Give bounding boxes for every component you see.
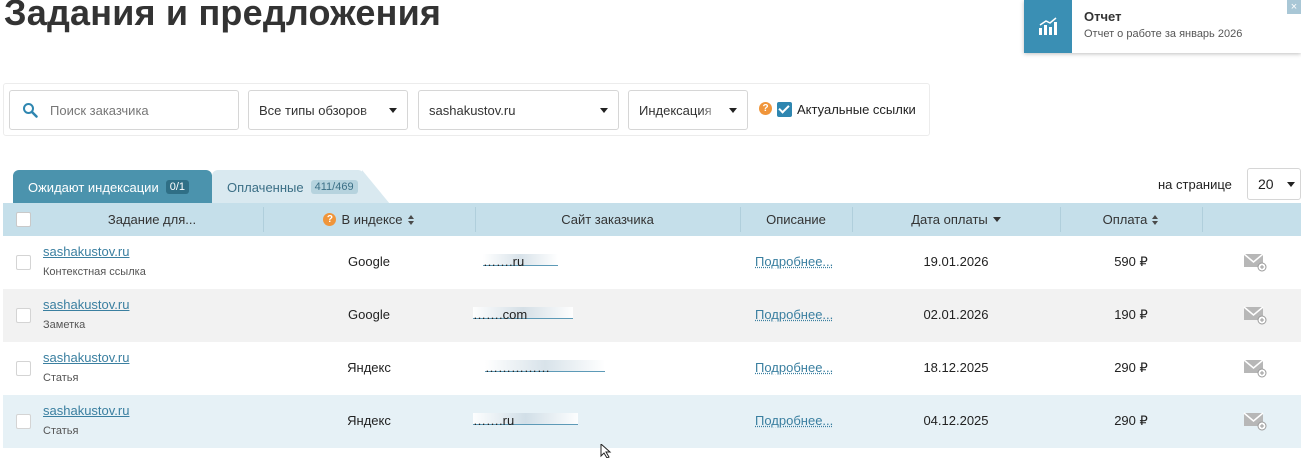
pay-date: 19.01.2026	[923, 254, 989, 269]
table-row: sashakustov.ru Статья Яндекс …………… Подро…	[3, 342, 1301, 395]
message-icon[interactable]	[1243, 305, 1267, 325]
task-link[interactable]: sashakustov.ru	[43, 297, 129, 312]
notification-title: Отчет	[1084, 9, 1122, 24]
column-index[interactable]: ? В индексе	[263, 203, 475, 236]
sort-icon[interactable]	[1152, 214, 1159, 225]
per-page-select[interactable]: 20	[1247, 168, 1301, 200]
details-link[interactable]: Подробнее...	[755, 360, 845, 375]
pay-date: 04.12.2025	[923, 413, 989, 428]
tab-awaiting-indexation[interactable]: Ожидают индексации 0/1	[13, 170, 212, 204]
customer-site[interactable]: …….com	[473, 307, 613, 322]
details-link[interactable]: Подробнее...	[755, 307, 845, 322]
index-engine: Google	[348, 307, 390, 322]
review-type-select[interactable]: Все типы обзоров	[248, 90, 408, 130]
search-input[interactable]: Поиск заказчика	[9, 90, 239, 130]
pay-date: 18.12.2025	[923, 360, 989, 375]
payment-amount: 290 ₽	[1114, 360, 1148, 375]
task-type: Заметка	[43, 319, 86, 331]
page-title: Задания и предложения	[4, 0, 442, 33]
task-type: Контекстная ссылка	[43, 266, 146, 278]
select-all-checkbox[interactable]	[16, 212, 31, 227]
actual-links-label: Актуальные ссылки	[797, 102, 916, 117]
actual-links-checkbox[interactable]	[777, 102, 792, 117]
task-type: Статья	[43, 425, 79, 437]
task-link[interactable]: sashakustov.ru	[43, 350, 129, 365]
index-engine: Яндекс	[347, 413, 391, 428]
tab-count-badge: 0/1	[165, 180, 190, 194]
table-header: Задание для... ? В индексе Сайт заказчик…	[3, 203, 1301, 236]
table-row: sashakustov.ru Заметка Google …….com Под…	[3, 289, 1301, 342]
message-icon[interactable]	[1243, 358, 1267, 378]
search-icon	[23, 103, 38, 118]
sort-icon[interactable]	[407, 214, 415, 225]
table-row: sashakustov.ru Статья Яндекс …….ru Подро…	[3, 395, 1301, 448]
mouse-cursor-icon	[600, 444, 612, 458]
customer-site[interactable]: ……………	[473, 360, 613, 375]
indexation-select[interactable]: Индексация	[628, 90, 748, 130]
row-checkbox[interactable]	[16, 308, 31, 323]
row-checkbox[interactable]	[16, 414, 31, 429]
details-link[interactable]: Подробнее...	[755, 254, 845, 269]
index-engine: Яндекс	[347, 360, 391, 375]
tab-count-badge: 411/469	[310, 180, 358, 194]
chevron-down-icon	[600, 108, 608, 113]
row-checkbox[interactable]	[16, 255, 31, 270]
report-notification[interactable]: Отчет Отчет о работе за январь 2026 ×	[1024, 0, 1301, 53]
details-link[interactable]: Подробнее...	[755, 413, 845, 428]
payment-amount: 190 ₽	[1114, 307, 1148, 322]
task-type: Статья	[43, 372, 79, 384]
per-page-label: на странице	[1158, 177, 1232, 192]
notification-text: Отчет о работе за январь 2026	[1084, 28, 1243, 40]
index-engine: Google	[348, 254, 390, 269]
column-description: Описание	[766, 212, 826, 227]
chevron-down-icon	[389, 108, 397, 113]
tab-paid[interactable]: Оплаченные 411/469	[212, 170, 364, 204]
filters-bar: Поиск заказчика Все типы обзоров sashaku…	[3, 83, 930, 136]
column-site: Сайт заказчика	[561, 212, 654, 227]
column-pay-date[interactable]: Дата оплаты	[852, 203, 1060, 236]
task-link[interactable]: sashakustov.ru	[43, 244, 129, 259]
chevron-down-icon	[1287, 182, 1295, 187]
close-icon[interactable]: ×	[1287, 0, 1301, 14]
site-select[interactable]: sashakustov.ru	[418, 90, 619, 130]
row-checkbox[interactable]	[16, 361, 31, 376]
search-placeholder: Поиск заказчика	[50, 102, 149, 118]
message-icon[interactable]	[1243, 411, 1267, 431]
sort-desc-icon[interactable]	[992, 217, 1001, 222]
column-task[interactable]: Задание для...	[41, 203, 263, 236]
help-icon[interactable]: ?	[323, 213, 337, 226]
customer-site[interactable]: …….ru	[473, 254, 613, 269]
column-payment[interactable]: Оплата	[1060, 203, 1202, 236]
task-link[interactable]: sashakustov.ru	[43, 403, 129, 418]
chart-icon	[1024, 0, 1072, 53]
message-icon[interactable]	[1243, 252, 1267, 272]
table-row: sashakustov.ru Контекстная ссылка Google…	[3, 236, 1301, 289]
help-icon[interactable]: ?	[759, 102, 772, 115]
payment-amount: 290 ₽	[1114, 413, 1148, 428]
payment-amount: 590 ₽	[1114, 254, 1148, 269]
chevron-down-icon	[729, 108, 737, 113]
customer-site[interactable]: …….ru	[473, 413, 613, 428]
pay-date: 02.01.2026	[923, 307, 989, 322]
